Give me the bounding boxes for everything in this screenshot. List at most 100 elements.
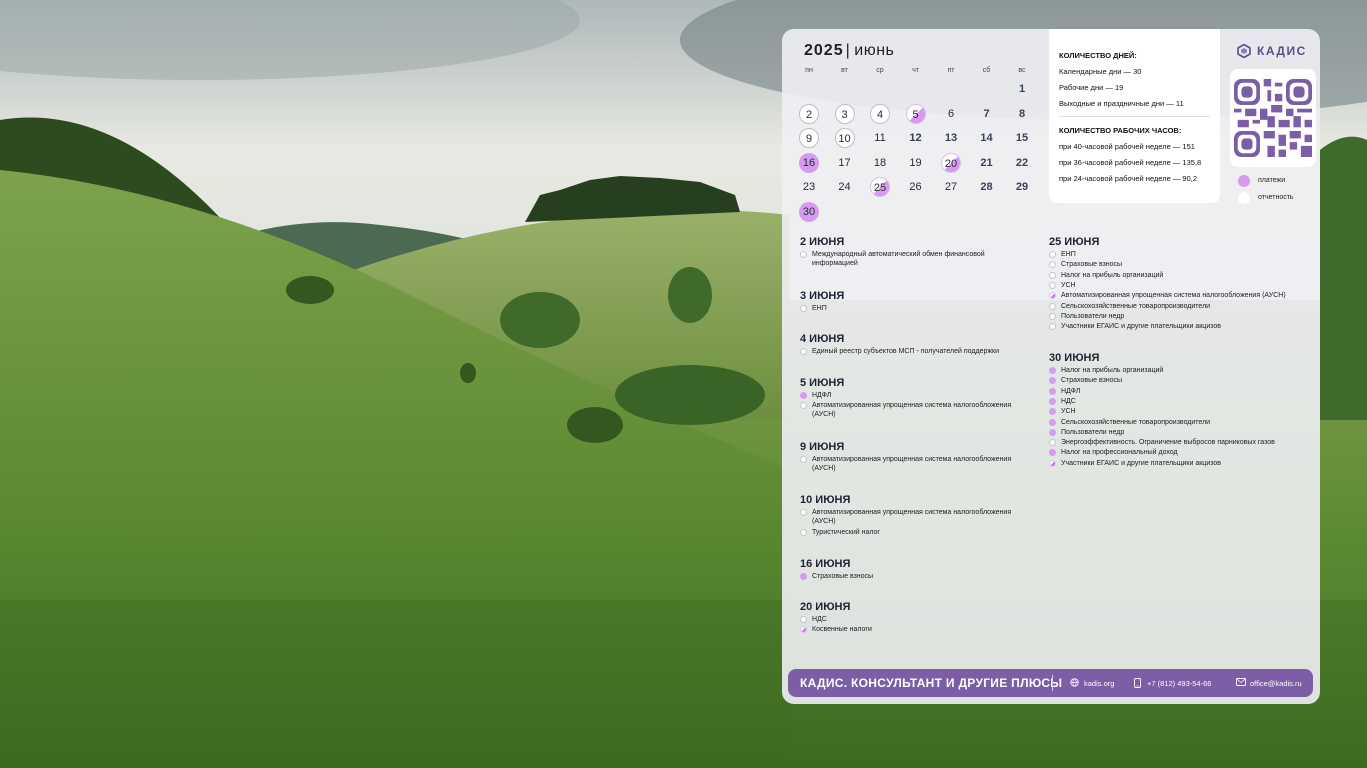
deadline-item-label: Страховые взносы xyxy=(1061,261,1123,269)
weekday-header: вт xyxy=(841,67,848,74)
calendar-day[interactable]: 30 xyxy=(799,202,819,222)
deadline-item: ЕНП xyxy=(1049,251,1307,260)
calendar-header: 2025 | июнь xyxy=(804,42,894,60)
report-dot xyxy=(800,456,807,463)
deadline-item: Налог на прибыль организаций xyxy=(1049,367,1307,376)
calendar-day[interactable]: 21 xyxy=(977,153,997,173)
payment-dot xyxy=(1049,397,1056,405)
footer-email-link[interactable]: office@kadis.ru xyxy=(1250,679,1302,688)
calendar-day[interactable]: 27 xyxy=(941,177,961,197)
deadline-item: УСН xyxy=(1049,281,1307,291)
deadline-item: Автоматизированная упрощенная система на… xyxy=(1049,292,1307,301)
calendar-day[interactable]: 22 xyxy=(1012,153,1032,173)
reports-legend-dot xyxy=(1238,192,1250,204)
calendar-day[interactable]: 16 xyxy=(799,152,819,173)
calendar-day[interactable]: 12 xyxy=(906,128,926,148)
footer-phone-link[interactable]: +7 (812) 493-54-66 xyxy=(1147,679,1211,688)
deadline-item: Энергоэффективность. Ограничение выбросо… xyxy=(1049,439,1307,448)
deadline-date: 9 ИЮНЯ xyxy=(800,441,845,453)
calendar-day[interactable]: 6 xyxy=(941,104,961,124)
calendar-day[interactable]: 25 xyxy=(870,177,890,198)
calendar-day[interactable]: 26 xyxy=(906,177,926,197)
deadline-item: Участники ЕГАИС и другие плательщики акц… xyxy=(1049,323,1307,332)
weekday-header: сб xyxy=(982,67,991,74)
kadis-logo-icon xyxy=(1237,44,1251,58)
deadline-item-label: Страховые взносы xyxy=(812,573,874,580)
calendar-day[interactable]: 23 xyxy=(799,177,819,197)
calendar-day[interactable]: 29 xyxy=(1012,177,1032,197)
deadline-date: 25 ИЮНЯ xyxy=(1049,236,1100,248)
calendar-day[interactable]: 8 xyxy=(1012,104,1032,124)
deadline-item-label: Налог на прибыль организаций xyxy=(1061,271,1164,279)
footer-separator xyxy=(1052,675,1053,691)
deadline-item-label: Налог на профессиональный доход xyxy=(1061,449,1178,457)
calendar-day[interactable]: 17 xyxy=(835,153,855,173)
calendar-day[interactable]: 1 xyxy=(1012,79,1032,99)
deadline-item-label: ЕНП xyxy=(1061,251,1076,258)
calendar-year: 2025 xyxy=(804,42,844,59)
calendar-day[interactable]: 4 xyxy=(870,103,890,124)
qr-code-card xyxy=(1230,69,1316,167)
calendar-day[interactable]: 9 xyxy=(799,128,819,149)
days-heading: КОЛИЧЕСТВО ДНЕЙ: xyxy=(1059,51,1137,60)
deadline-item-label: УСН xyxy=(1061,281,1076,289)
deadline-item-label: Энергоэффективность. Ограничение выбросо… xyxy=(1061,439,1275,447)
deadline-date: 3 ИЮНЯ xyxy=(800,290,845,302)
deadline-item: НДФЛ xyxy=(800,392,1020,401)
deadline-item: Сельскохозяйственные товаропроизводители xyxy=(1049,418,1307,428)
calendar-day[interactable]: 11 xyxy=(870,128,890,148)
weekday-header: вс xyxy=(1018,67,1026,74)
deadline-item: Страховые взносы xyxy=(1049,261,1307,270)
calendar-day[interactable]: 7 xyxy=(977,104,997,124)
deadline-date: 30 ИЮНЯ xyxy=(1049,352,1100,364)
calendar-day[interactable]: 3 xyxy=(834,103,855,124)
hours-40: при 40-часовой рабочей неделе — 151 xyxy=(1059,142,1195,151)
deadline-item-label: Пользователи недр xyxy=(1061,312,1125,320)
calendar-day[interactable]: 14 xyxy=(977,128,997,148)
calendar-day[interactable]: 13 xyxy=(941,128,961,148)
calendar-day[interactable]: 19 xyxy=(906,153,926,173)
hours-36: при 36-часовой рабочей неделе — 135,8 xyxy=(1059,158,1202,167)
payment-dot xyxy=(1049,418,1056,426)
calendar-day[interactable]: 5 xyxy=(905,103,926,124)
deadline-item-label: ЕНП xyxy=(812,305,827,312)
report-dot xyxy=(800,509,807,516)
calendar-day[interactable]: 20 xyxy=(941,152,961,173)
payment-dot xyxy=(1049,387,1056,395)
calendar-day[interactable]: 2 xyxy=(799,103,819,124)
qr-code[interactable] xyxy=(1234,79,1312,157)
calendar-day[interactable]: 24 xyxy=(835,177,855,197)
deadline-item: Автоматизированная упрощенная система на… xyxy=(800,509,1020,526)
calendar-day[interactable]: 15 xyxy=(1012,128,1032,148)
deadline-item: Косвенные налоги xyxy=(800,626,1020,635)
brand-name: КАДИС xyxy=(1257,44,1307,58)
deadline-item: Налог на прибыль организаций xyxy=(1049,271,1307,281)
deadline-item-label: Участники ЕГАИС и другие плательщики акц… xyxy=(1061,323,1221,331)
footer-website-link[interactable]: kadis.org xyxy=(1084,679,1114,688)
deadline-item: Участники ЕГАИС и другие плательщики акц… xyxy=(1049,459,1307,469)
deadline-item: Автоматизированная упрощенная система на… xyxy=(800,456,1020,473)
report-dot xyxy=(1049,251,1056,258)
deadline-item-label: НДФЛ xyxy=(1061,387,1081,395)
deadline-item-label: Автоматизированная упрощенная система на… xyxy=(1061,292,1286,300)
deadline-item: НДС xyxy=(1049,397,1307,407)
weekday-header: ср xyxy=(876,67,884,74)
header-separator: | xyxy=(845,42,851,59)
deadline-item: Пользователи недр xyxy=(1049,312,1307,322)
divider xyxy=(1059,116,1210,117)
deadline-date: 2 ИЮНЯ xyxy=(800,236,845,248)
deadline-item: ЕНП xyxy=(800,305,1020,314)
statistics-card: КОЛИЧЕСТВО ДНЕЙ: Календарные дни — 30 Ра… xyxy=(1049,29,1220,203)
payments-legend-dot xyxy=(1238,175,1250,187)
deadline-item-label: Косвенные налоги xyxy=(812,626,872,634)
holidays-count: Выходные и праздничные дни — 11 xyxy=(1059,99,1184,108)
payment-dot xyxy=(1049,428,1056,436)
calendar-day[interactable]: 28 xyxy=(977,177,997,197)
report-dot xyxy=(800,529,807,536)
weekday-header: пн xyxy=(805,67,813,74)
deadline-item: Страховые взносы xyxy=(800,573,1020,582)
calendar-day[interactable]: 10 xyxy=(834,128,855,149)
calendar-day[interactable]: 18 xyxy=(870,153,890,173)
calendar-panel: 2025 | июнь пн вт ср чт пт сб вс 1 2 3 4 5 6 7 8 9 10 11 12 1… xyxy=(782,29,1320,704)
footer-bar: КАДИС. КОНСУЛЬТАНТ И ДРУГИЕ ПЛЮСЫ kadis.… xyxy=(788,669,1313,697)
